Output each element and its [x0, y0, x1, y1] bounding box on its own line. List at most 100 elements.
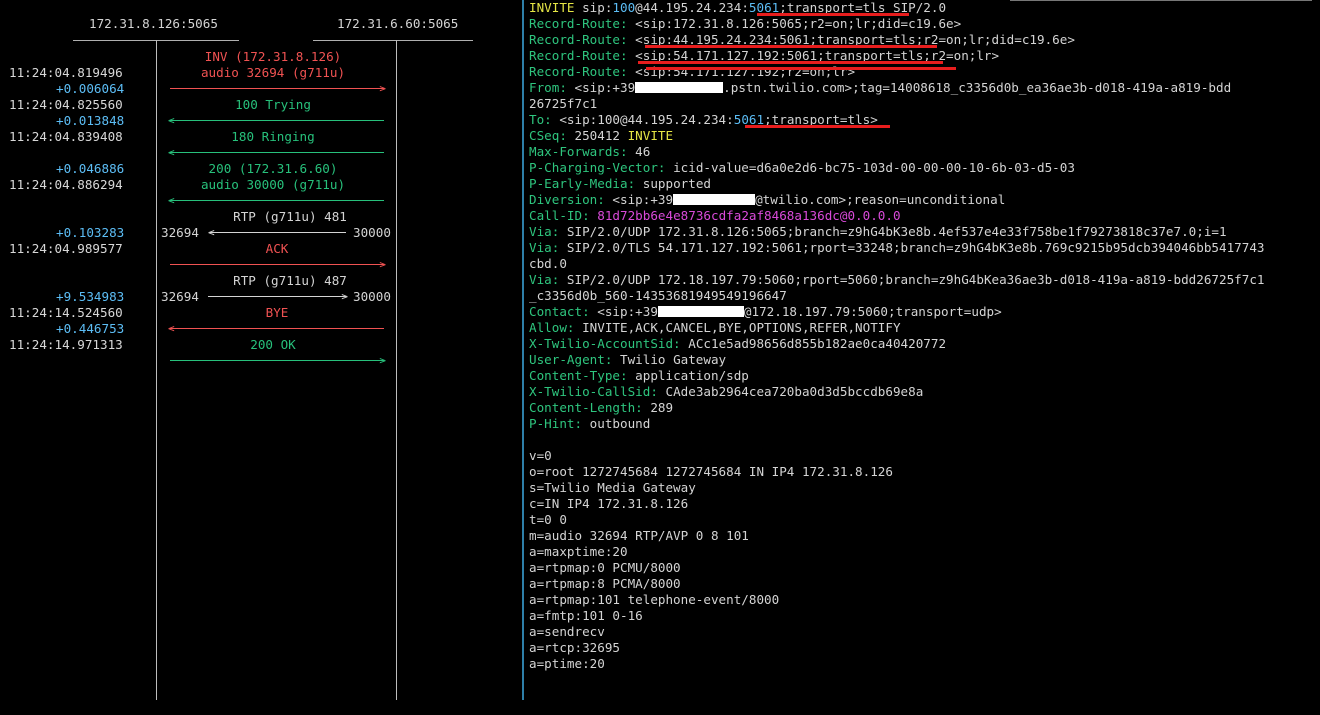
call-flow-ladder: 172.31.8.126:5065 172.31.6.60:5065 INV (… [0, 0, 522, 700]
arrow-bye[interactable]: < [168, 323, 384, 335]
sip-header-name: X-Twilio-AccountSid: [529, 336, 681, 351]
sip-line: Via: SIP/2.0/UDP 172.18.197.79:5060;rpor… [529, 272, 1264, 288]
time-delta: +0.013848 [56, 113, 125, 128]
sip-line: Call-ID: 81d72bb6e4e8736cdfa2af8468a136d… [529, 208, 901, 224]
highlight-underline [645, 45, 937, 48]
timestamp: 11:24:04.825560 [9, 97, 123, 112]
sip-line: CSeq: 250412 INVITE [529, 128, 673, 144]
sip-line: Contact: <sip:+39 @172.18.197.79:5060;tra… [529, 304, 1002, 320]
timestamp: 11:24:04.989577 [9, 241, 123, 256]
rtp-right-port: 30000 [353, 225, 391, 240]
sip-text: @44.195.24.234: [635, 0, 749, 15]
redaction-mark [657, 306, 744, 317]
sip-header-name: Via: [529, 272, 560, 287]
sip-line: c=IN IP4 172.31.8.126 [529, 496, 688, 512]
msg-200-ok[interactable]: 200 OK [170, 337, 376, 353]
sip-text: @172.18.197.79:5060;transport=udp> [743, 304, 1002, 319]
host-right-label: 172.31.6.60:5065 [337, 16, 459, 31]
sip-line: Via: SIP/2.0/TLS 54.171.127.192:5061;rpo… [529, 240, 1264, 256]
sip-text: 289 [642, 400, 674, 415]
arrow-invite[interactable]: > [170, 83, 386, 95]
sip-line: m=audio 32694 RTP/AVP 0 8 101 [529, 528, 749, 544]
sip-text: a=rtpmap:8 PCMA/8000 [529, 576, 681, 591]
sip-line: Content-Length: 289 [529, 400, 673, 416]
sip-line: X-Twilio-CallSid: CAde3ab2964cea720ba0d3… [529, 384, 923, 400]
sip-text: m=audio 32694 RTP/AVP 0 8 101 [529, 528, 749, 543]
sip-text: <sip:+39 [566, 80, 636, 95]
sip-text: CAde3ab2964cea720ba0d3d5bccdb69e8a [657, 384, 924, 399]
msg-200-sdp[interactable]: audio 30000 (g711u) [170, 177, 376, 193]
sip-text: o=root 1272745684 1272745684 IN IP4 172.… [529, 464, 893, 479]
sip-header-name: P-Charging-Vector: [529, 160, 666, 175]
rtp-stream-label[interactable]: RTP (g711u) 487 [170, 273, 410, 289]
msg-100-trying[interactable]: 100 Trying [170, 97, 376, 113]
highlight-underline [638, 61, 943, 64]
sip-line: Allow: INVITE,ACK,CANCEL,BYE,OPTIONS,REF… [529, 320, 901, 336]
sip-text: .pstn.twilio.com>;tag=14008618_c3356d0b_… [723, 80, 1232, 95]
sip-text: a=sendrecv [529, 624, 605, 639]
host-right-underline [313, 40, 473, 41]
sip-text: outbound [582, 416, 651, 431]
msg-bye[interactable]: BYE [170, 305, 384, 321]
pane-divider[interactable] [522, 0, 524, 700]
sip-header-name: From: [529, 80, 567, 95]
lifeline-right [396, 40, 397, 700]
msg-ack[interactable]: ACK [170, 241, 384, 257]
sip-line: Diversion: <sip:+39 @twilio.com>;reason=u… [529, 192, 1005, 208]
sip-line: o=root 1272745684 1272745684 IN IP4 172.… [529, 464, 893, 480]
sip-text: 46 [627, 144, 651, 159]
arrow-ack[interactable]: > [170, 259, 386, 271]
sip-text: s=Twilio Media Gateway [529, 480, 696, 495]
sip-text: icid-value=d6a0e2d6-bc75-103d-00-00-00-1… [665, 160, 1075, 175]
rtp-left-port: 32694 [161, 289, 199, 304]
sip-text: sip: [574, 0, 613, 15]
msg-180-ringing[interactable]: 180 Ringing [170, 129, 376, 145]
time-delta: +0.103283 [56, 225, 125, 240]
sip-line: P-Early-Media: supported [529, 176, 711, 192]
sip-text: _c3356d0b_560-14353681949549196647 [529, 288, 787, 303]
sip-text: <sip:172.31.8.126:5065;r2=on;lr;did=c19.… [627, 16, 962, 31]
sip-header-name: CSeq: [529, 128, 567, 143]
sip-header-name: Record-Route: [529, 64, 628, 79]
time-delta: +0.446753 [56, 321, 125, 336]
sip-text: 81d72bb6e4e8736cdfa2af8468a136dc@0.0.0.0 [589, 208, 901, 223]
arrow-200-ok-bye[interactable]: > [170, 355, 386, 367]
sip-text: a=rtcp:32695 [529, 640, 620, 655]
rtp-stream-label[interactable]: RTP (g711u) 481 [170, 209, 410, 225]
sip-text: @twilio.com>;reason=unconditional [755, 192, 1006, 207]
timestamp: 11:24:04.886294 [9, 177, 123, 192]
sip-text: 26725f7c1 [529, 96, 598, 111]
sip-line: s=Twilio Media Gateway [529, 480, 696, 496]
arrow-rtp-stream[interactable]: > [208, 291, 348, 303]
sip-text: v=0 [529, 448, 552, 463]
sip-text: ACc1e5ad98656d855b182ae0ca40420772 [680, 336, 947, 351]
arrow-rtp-stream[interactable]: < [208, 227, 346, 239]
msg-invite-label[interactable]: INV (172.31.8.126) [170, 49, 376, 65]
sip-header-name: Contact: [529, 304, 590, 319]
sip-text: Twilio Gateway [612, 352, 727, 367]
arrow-100-trying[interactable]: < [168, 115, 384, 127]
sip-text: t=0 0 [529, 512, 567, 527]
sip-text: supported [635, 176, 711, 191]
sip-line: User-Agent: Twilio Gateway [529, 352, 726, 368]
highlight-underline [757, 13, 909, 16]
sip-header-name: Call-ID: [529, 208, 590, 223]
time-delta: +0.006064 [56, 81, 125, 96]
sip-header-name: Record-Route: [529, 32, 628, 47]
sip-header-name: To: [529, 112, 552, 127]
sip-line: _c3356d0b_560-14353681949549196647 [529, 288, 787, 304]
sip-line: Via: SIP/2.0/UDP 172.31.8.126:5065;branc… [529, 224, 1227, 240]
sip-text: 250412 [566, 128, 628, 143]
redaction-mark [673, 194, 756, 205]
msg-200-label[interactable]: 200 (172.31.6.60) [170, 161, 376, 177]
time-delta: +0.046886 [56, 161, 125, 176]
highlight-underline [646, 67, 956, 70]
sip-text: cbd.0 [529, 256, 567, 271]
sip-line: a=ptime:20 [529, 656, 605, 672]
sip-message-view[interactable]: INVITE sip:100@44.195.24.234:5061;transp… [529, 0, 1314, 700]
arrow-180-ringing[interactable]: < [168, 147, 384, 159]
sip-header-name: Via: [529, 240, 560, 255]
arrow-200-ok[interactable]: < [168, 195, 384, 207]
msg-invite-sdp[interactable]: audio 32694 (g711u) [170, 65, 376, 81]
sip-line: a=rtpmap:8 PCMA/8000 [529, 576, 681, 592]
